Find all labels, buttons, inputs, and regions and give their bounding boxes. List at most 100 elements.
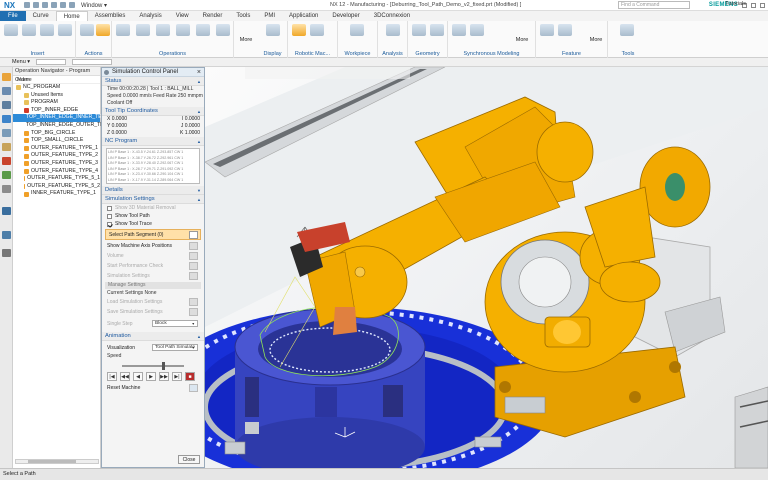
create-method-icon[interactable] [58,24,72,36]
simulate-machine-icon[interactable] [176,24,190,36]
workpiece-icon[interactable] [350,24,364,36]
tree-item[interactable]: OUTER_FEATURE_TYPE_4 [13,168,100,176]
shop-docs-icon[interactable] [216,24,230,36]
tree-item[interactable]: TOP_INNER_EDGE_INNER_TE [13,114,102,122]
reset-icon[interactable] [189,384,198,392]
hole-icon[interactable] [558,24,572,36]
select-path-segment-row[interactable]: Select Path Segment (0) [105,229,201,240]
tab-file[interactable]: File [0,11,26,21]
tree-item[interactable]: TOP_BIG_CIRCLE [13,130,100,138]
show-3d-material-removal-checkbox[interactable]: Show 3D Material Removal [102,204,204,212]
column-header-name[interactable]: Name [13,76,100,84]
web-browser-icon[interactable] [2,207,11,215]
more-button[interactable]: More [238,37,254,43]
pull-face-icon[interactable] [470,24,484,36]
play-backward-button[interactable]: ◀ [133,372,143,381]
show-tool-path-checkbox[interactable]: Show Tool Path [102,212,204,220]
visualization-select[interactable]: Tool Path Simulate [152,344,198,351]
tutorials-button[interactable]: Tutorials [725,1,746,7]
tab-developer[interactable]: Developer [325,11,366,21]
close-icon[interactable] [760,2,765,8]
checkbox-box[interactable] [107,221,112,227]
single-step-select[interactable]: Block [152,320,198,327]
create-geometry-icon[interactable] [40,24,54,36]
simulation-settings-header[interactable]: Simulation Settings [102,195,204,204]
close-button[interactable]: Close [178,455,200,464]
slider-track[interactable] [122,365,184,367]
reset-machine-row[interactable]: Reset Machine [102,383,204,393]
animation-header[interactable]: Animation [102,332,204,341]
create-tool-icon[interactable] [22,24,36,36]
status-section-header[interactable]: Status [102,77,204,86]
show-tool-trace-checkbox[interactable]: Show Tool Trace [102,220,204,228]
curve-select-icon[interactable] [189,231,198,239]
tree-item[interactable]: OUTER_FEATURE_TYPE_5_1 [13,175,100,183]
navigator-tab-icon[interactable] [2,73,11,81]
tab-home[interactable]: Home [55,11,88,21]
operation-navigator-icon[interactable] [2,115,11,123]
generate-icon[interactable] [80,24,94,36]
checkbox-box[interactable] [107,205,112,211]
move-face-icon[interactable] [452,24,466,36]
tab-render[interactable]: Render [196,11,230,21]
tree-item[interactable]: OUTER_FEATURE_TYPE_1 [13,145,100,153]
play-button[interactable]: ▶ [146,372,156,381]
verify-icon[interactable] [96,24,110,36]
tree-item[interactable]: TOP_SMALL_CIRCLE [13,137,100,145]
more-button[interactable]: More [588,37,604,43]
slider-knob[interactable] [161,362,165,370]
copy-icon[interactable] [60,2,66,8]
quick-access-toolbar[interactable] [24,2,75,8]
tab-3dconnexion[interactable]: 3DConnexion [367,11,417,21]
selection-scope-select[interactable] [72,59,113,65]
tree-item[interactable]: INNER_FEATURE_TYPE_1 [13,190,100,198]
tree-item[interactable]: TOP_INNER_EDGE [13,107,100,115]
nc-program-header[interactable]: NC Program [102,137,204,146]
details-header[interactable]: Details [102,186,204,195]
tree-item[interactable]: Unused Items [13,92,100,100]
reuse-library-icon[interactable] [2,143,11,151]
more-button[interactable]: More [514,37,530,43]
type-filter-select[interactable] [36,59,67,65]
point-icon[interactable] [430,24,444,36]
maximize-icon[interactable] [751,2,756,8]
tab-analysis[interactable]: Analysis [132,11,168,21]
show-machine-axis-row[interactable]: Show Machine Axis Positions [102,241,204,251]
step-forward-button[interactable]: ▶▶ [159,372,169,381]
redo-icon[interactable] [42,2,48,8]
cut-icon[interactable] [51,2,57,8]
analysis-icon[interactable] [386,24,400,36]
robot-icon[interactable] [292,24,306,36]
step-back-button[interactable]: ◀◀ [120,372,130,381]
paste-icon[interactable] [69,2,75,8]
tab-curve[interactable]: Curve [26,11,56,21]
process-studio-icon[interactable] [2,231,11,239]
palette-icon[interactable] [2,171,11,179]
create-program-icon[interactable] [4,24,18,36]
machine-navigator-icon[interactable] [2,129,11,137]
replay-tool-path-icon[interactable] [136,24,150,36]
postprocess-icon[interactable] [196,24,210,36]
extrude-icon[interactable] [540,24,554,36]
robot-config-icon[interactable] [310,24,324,36]
datum-icon[interactable] [412,24,426,36]
graphics-viewport[interactable] [205,67,768,468]
forward-end-button[interactable]: ▶| [172,372,182,381]
tab-view[interactable]: View [169,11,196,21]
tree-item[interactable]: OUTER_FEATURE_TYPE_5_2 [13,183,100,191]
tree-item[interactable]: PROGRAM [13,99,100,107]
command-search-input[interactable]: Find a Command [618,1,690,9]
speed-slider[interactable] [108,362,198,370]
history-icon[interactable] [2,157,11,165]
gear-icon[interactable] [104,70,109,75]
tree-item[interactable]: TOP_INNER_EDGE_OUTER_TE [13,122,104,130]
tree-item[interactable]: NC_PROGRAM [13,84,100,92]
part-navigator-icon[interactable] [2,87,11,95]
generate-tool-path-icon[interactable] [116,24,130,36]
tab-assemblies[interactable]: Assemblies [88,11,133,21]
tab-application[interactable]: Application [282,11,325,21]
display-icon[interactable] [266,24,280,36]
tools-icon[interactable] [620,24,634,36]
scroll-thumb[interactable] [28,460,76,463]
window-menu[interactable]: Window ▾ [81,2,107,9]
